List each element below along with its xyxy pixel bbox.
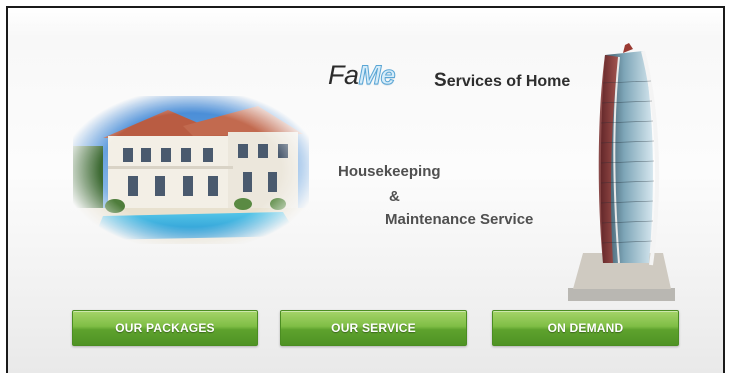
villa-pool-image	[73, 96, 309, 244]
on-demand-button[interactable]: ON DEMAND	[492, 310, 679, 346]
page-frame: FaMe Services of Home Housekeeping & Mai…	[6, 6, 725, 373]
service-ampersand: &	[389, 188, 400, 205]
on-demand-label: ON DEMAND	[547, 321, 624, 335]
brand-tagline: Services of Home	[434, 70, 570, 92]
our-service-label: OUR SERVICE	[331, 321, 416, 335]
our-packages-label: OUR PACKAGES	[115, 321, 215, 335]
fame-logo: FaMe	[328, 60, 396, 91]
our-packages-button[interactable]: OUR PACKAGES	[72, 310, 258, 346]
service-housekeeping: Housekeeping	[338, 163, 441, 180]
logo-fa: Fa	[328, 60, 359, 90]
tagline-rest: ervices of Home	[446, 73, 571, 90]
our-service-button[interactable]: OUR SERVICE	[280, 310, 467, 346]
skyscraper-image	[563, 43, 681, 303]
tagline-initial: S	[434, 70, 447, 91]
service-maintenance: Maintenance Service	[385, 211, 534, 228]
logo-me: Me	[358, 60, 396, 91]
